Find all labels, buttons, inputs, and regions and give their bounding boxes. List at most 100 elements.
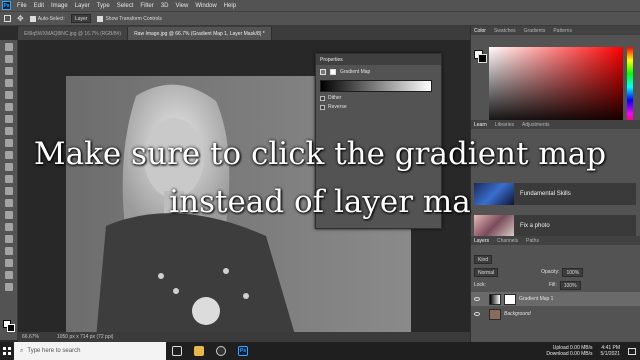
adjustment-layer-thumbnail[interactable] (489, 293, 501, 305)
network-speed: Upload 0.00 MB/s Download 0.00 MB/s (546, 345, 592, 357)
lock-row: Lock: Fill: 100% (471, 278, 640, 292)
search-icon: ⌕ (20, 347, 24, 354)
dither-checkbox[interactable]: Dither (316, 92, 441, 101)
menu-help[interactable]: Help (224, 3, 236, 9)
crop-tool-icon[interactable] (4, 91, 13, 99)
properties-type-row: Gradient Map (316, 65, 441, 75)
color-panel-tabs: Color Swatches Gradients Patterns (471, 26, 640, 35)
layer-row-gradient-map[interactable]: Gradient Map 1 (471, 292, 640, 306)
task-view-icon[interactable] (172, 346, 182, 356)
tab-patterns[interactable]: Patterns (553, 28, 572, 34)
start-button[interactable] (0, 342, 14, 360)
visibility-eye-icon[interactable] (474, 312, 480, 316)
menu-select[interactable]: Select (117, 3, 134, 9)
tab-color[interactable]: Color (474, 28, 486, 34)
panel-background-swatch[interactable] (478, 54, 487, 63)
hand-tool-icon[interactable] (4, 271, 13, 279)
hue-slider[interactable] (627, 47, 633, 127)
transform-controls-checkbox[interactable]: Show Transform Controls (97, 15, 162, 22)
lasso-tool-icon[interactable] (4, 67, 13, 75)
move-tool-icon[interactable]: ✥ (17, 14, 24, 23)
eraser-tool-icon[interactable] (4, 175, 13, 183)
download-label: Download (546, 351, 569, 357)
layer-mask-thumbnail[interactable] (504, 293, 516, 305)
menu-view[interactable]: View (175, 3, 188, 9)
background-color-swatch[interactable] (7, 324, 15, 332)
checkbox-icon (97, 15, 104, 22)
download-value: 0.00 MB/s (570, 351, 593, 357)
menu-layer[interactable]: Layer (75, 3, 90, 9)
background-layer-thumbnail[interactable] (489, 308, 501, 320)
pen-tool-icon[interactable] (4, 223, 13, 231)
tab-gradients[interactable]: Gradients (524, 28, 546, 34)
photoshop-logo-icon[interactable]: Ps (2, 1, 11, 10)
menu-filter[interactable]: Filter (140, 3, 153, 9)
layer-row-background[interactable]: Background (471, 307, 640, 321)
layer-name[interactable]: Gradient Map 1 (519, 296, 553, 302)
notifications-icon[interactable] (628, 347, 636, 355)
adjustment-icon (320, 69, 326, 75)
fill-field[interactable]: 100% (559, 280, 581, 290)
document-tab-bar: Ell9q5WXMAQ8lNC.jpg @ 16.7% (RGB/8#) Raw… (18, 26, 470, 40)
status-bar: 66.67% 1050 px x 714 px (72 ppi) (18, 332, 470, 342)
layer-kind-filter[interactable]: Kind (474, 254, 493, 264)
system-tray: Upload 0.00 MB/s Download 0.00 MB/s 4:41… (546, 342, 636, 360)
explorer-icon[interactable] (194, 346, 204, 356)
blend-row: Normal Opacity: 100% (471, 265, 640, 279)
zoom-level[interactable]: 66.67% (22, 334, 39, 340)
path-select-tool-icon[interactable] (4, 247, 13, 255)
move-tool-icon[interactable] (4, 43, 13, 51)
zoom-tool-icon[interactable] (4, 283, 13, 291)
auto-select-checkbox[interactable]: Auto-Select: (29, 15, 65, 22)
menu-edit[interactable]: Edit (34, 3, 44, 9)
visibility-eye-icon[interactable] (474, 297, 480, 301)
checkbox-icon (320, 104, 325, 110)
menu-type[interactable]: Type (97, 3, 110, 9)
windows-logo-icon (3, 347, 11, 355)
document-tab-active[interactable]: Raw Image.jpg @ 66.7% (Gradient Map 1, L… (128, 27, 272, 40)
obs-icon[interactable] (216, 346, 226, 356)
color-picker-field[interactable] (489, 47, 623, 127)
menu-file[interactable]: File (17, 3, 27, 9)
tab-adjustments[interactable]: Adjustments (522, 122, 550, 128)
menu-window[interactable]: Window (195, 3, 216, 9)
blend-mode-select[interactable]: Normal (474, 267, 499, 277)
photoshop-taskbar-icon[interactable]: Ps (238, 346, 248, 356)
shape-tool-icon[interactable] (4, 259, 13, 267)
type-tool-icon[interactable] (4, 235, 13, 243)
fill-label: Fill: (548, 282, 557, 288)
tab-paths[interactable]: Paths (526, 238, 539, 244)
taskbar-search[interactable]: ⌕ Type here to search (14, 342, 166, 360)
auto-select-dropdown[interactable]: Layer (70, 14, 92, 23)
reverse-checkbox[interactable]: Reverse (316, 101, 441, 110)
eyedropper-tool-icon[interactable] (4, 115, 13, 123)
marquee-tool-icon[interactable] (4, 55, 13, 63)
healing-brush-tool-icon[interactable] (4, 127, 13, 135)
quick-select-tool-icon[interactable] (4, 79, 13, 87)
document-tab[interactable]: Ell9q5WXMAQ8lNC.jpg @ 16.7% (RGB/8#) (18, 27, 129, 40)
learn-card-label: Fix a photo (520, 223, 550, 229)
mask-icon[interactable] (330, 69, 336, 75)
caption-line-2: instead of layer ma (169, 184, 471, 220)
menu-image[interactable]: Image (51, 3, 68, 9)
tab-swatches[interactable]: Swatches (494, 28, 516, 34)
tab-learn[interactable]: Learn (474, 122, 487, 128)
reverse-label: Reverse (328, 104, 347, 110)
frame-tool-icon[interactable] (4, 103, 13, 111)
menu-3d[interactable]: 3D (161, 3, 169, 9)
lock-label: Lock: (474, 282, 486, 288)
layers-panel-tabs: Layers Channels Paths (471, 236, 640, 245)
tab-libraries[interactable]: Libraries (495, 122, 514, 128)
gradient-map-strip[interactable] (320, 80, 432, 92)
opacity-label: Opacity: (541, 269, 560, 275)
clock-date: 5/1/2021 (600, 351, 620, 357)
tab-channels[interactable]: Channels (497, 238, 518, 244)
tab-layers[interactable]: Layers (474, 238, 489, 244)
opacity-field[interactable]: 100% (562, 267, 584, 277)
home-icon[interactable] (4, 15, 11, 22)
properties-type-label: Gradient Map (340, 69, 371, 75)
clock[interactable]: 4:41 PM 5/1/2021 (601, 345, 620, 357)
layer-filter-row: Kind (471, 252, 640, 266)
transform-controls-label: Show Transform Controls (105, 15, 162, 22)
layer-name[interactable]: Background (504, 311, 531, 317)
